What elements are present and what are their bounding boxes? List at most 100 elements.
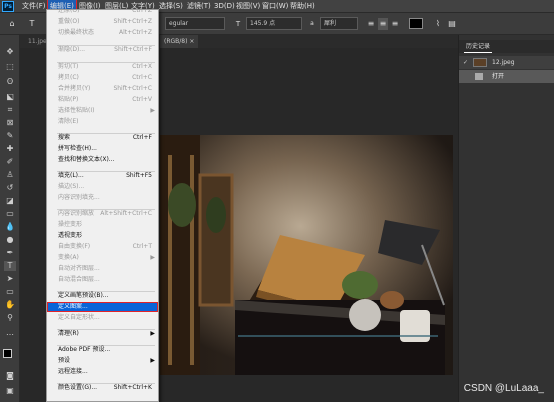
brush-tool-icon[interactable]: ✐	[4, 157, 16, 167]
edit-menu-item[interactable]: 自由变换(F) Ctrl+T	[47, 242, 158, 252]
edit-menu-item[interactable]: 定义画笔预设(B)...	[47, 291, 158, 301]
move-tool-icon[interactable]: ✥	[4, 47, 16, 57]
edit-menu-item[interactable]: 远程连接...	[47, 367, 158, 377]
pen-tool-icon[interactable]: ✒	[4, 248, 16, 258]
edit-menu-item-label: 切换最终状态	[58, 29, 95, 36]
edit-menu-item[interactable]: 重做(O) Shift+Ctrl+Z	[47, 17, 158, 27]
edit-menu-item-label: 操控变形	[58, 221, 83, 228]
edit-menu-item[interactable]: 描边(S)...	[47, 182, 158, 192]
type-tool-icon[interactable]: T	[4, 261, 16, 271]
edit-menu-item[interactable]: 内容识别缩放 Alt+Shift+Ctrl+C	[47, 209, 158, 219]
edit-menu-item[interactable]: 内容识别填充...	[47, 193, 158, 203]
edit-menu-item-shortcut: Ctrl+Z	[132, 9, 152, 14]
edit-menu-item-label: 定义自定形状...	[58, 314, 100, 321]
edit-menu-item-shortcut: Shift+Ctrl+C	[113, 85, 152, 92]
submenu-arrow-icon: ▶	[150, 357, 155, 364]
path-select-tool-icon[interactable]: ➤	[4, 274, 16, 284]
edit-menu-item[interactable]: 渐隐(D)... Shift+Ctrl+F	[47, 45, 158, 55]
edit-menu-item[interactable]: 搜索 Ctrl+F	[47, 133, 158, 143]
edit-menu-item[interactable]: 选择性粘贴(I) ▶	[47, 106, 158, 116]
edit-menu-item[interactable]: 查找和替换文本(X)...	[47, 155, 158, 165]
home-icon[interactable]: ⌂	[6, 18, 18, 30]
clone-stamp-tool-icon[interactable]: ♙	[4, 170, 16, 180]
edit-menu-item[interactable]: 自动混合图层...	[47, 275, 158, 285]
blur-tool-icon[interactable]: 💧	[4, 222, 16, 232]
font-style-select[interactable]: egular	[165, 17, 225, 30]
warp-text-icon[interactable]: ⌇	[433, 18, 443, 30]
crop-tool-icon[interactable]: ⌗	[4, 105, 16, 115]
eyedropper-tool-icon[interactable]: ✎	[4, 131, 16, 141]
edit-menu-item[interactable]: 合并拷贝(Y) Shift+Ctrl+C	[47, 84, 158, 94]
edit-menu-item-label: 查找和替换文本(X)...	[58, 156, 115, 163]
font-size-field[interactable]: 145.9 点	[246, 17, 302, 30]
edit-menu-item-label: 内容识别缩放	[58, 210, 95, 217]
history-step-row[interactable]: 打开	[459, 70, 554, 83]
marquee-tool-icon[interactable]: ⬚	[4, 62, 16, 72]
edit-menu-item-label: 变换(A)	[58, 254, 79, 261]
more-tools-icon[interactable]: …	[4, 328, 16, 338]
edit-menu-item[interactable]: 剪切(T) Ctrl+X	[47, 62, 158, 72]
edit-menu-item-label: 内容识别填充...	[58, 194, 100, 201]
edit-menu-item[interactable]: 自动对齐图层...	[47, 264, 158, 274]
menu-10[interactable]: 帮助(H)	[290, 0, 315, 13]
dodge-tool-icon[interactable]: ●	[4, 235, 16, 245]
align-left-icon[interactable]: ≡	[366, 18, 376, 30]
document-icon	[475, 73, 483, 80]
history-snapshot-row[interactable]: ✓ 12.jpeg	[459, 56, 554, 69]
lasso-tool-icon[interactable]: ʘ	[4, 77, 16, 87]
history-panel-title[interactable]: 历史记录	[464, 40, 493, 53]
edit-menu-item[interactable]: 拷贝(C) Ctrl+C	[47, 73, 158, 83]
edit-menu-item[interactable]: 定义图案...	[47, 302, 158, 312]
align-center-icon[interactable]: ≡	[378, 18, 388, 30]
menu-0[interactable]: 文件(F)	[22, 0, 46, 13]
object-select-tool-icon[interactable]: ⬕	[4, 92, 16, 102]
snapshot-thumbnail	[473, 58, 487, 67]
anti-alias-select[interactable]: 犀利	[320, 17, 358, 30]
align-right-icon[interactable]: ≡	[390, 18, 400, 30]
history-brush-tool-icon[interactable]: ↺	[4, 183, 16, 193]
healing-brush-tool-icon[interactable]: ✚	[4, 144, 16, 154]
gradient-tool-icon[interactable]: ▭	[4, 209, 16, 219]
foreground-color-swatch[interactable]	[3, 349, 12, 358]
edit-menu-item-label: 剪切(T)	[58, 63, 79, 70]
edit-menu-item[interactable]: 变换(A) ▶	[47, 253, 158, 263]
brush-source-icon[interactable]: ✓	[463, 56, 468, 69]
watermark-text: CSDN @LuLaaa_	[463, 383, 544, 394]
edit-menu-item[interactable]: 粘贴(P) Ctrl+V	[47, 95, 158, 105]
edit-menu-item-shortcut: Ctrl+F	[132, 134, 152, 141]
submenu-arrow-icon: ▶	[150, 107, 155, 114]
text-color-swatch[interactable]	[409, 18, 423, 29]
edit-menu-item[interactable]: 拼写检查(H)...	[47, 144, 158, 154]
menu-6[interactable]: 滤镜(T)	[187, 0, 211, 13]
edit-menu-item[interactable]: 预设 ▶	[47, 356, 158, 366]
screen-mode-icon[interactable]: ▣	[4, 386, 16, 396]
eraser-tool-icon[interactable]: ◪	[4, 196, 16, 206]
text-tool-preset-icon[interactable]: T	[26, 18, 38, 30]
menu-9[interactable]: 窗口(W)	[262, 0, 288, 13]
edit-menu-item[interactable]: 操控变形	[47, 220, 158, 230]
menu-7[interactable]: 3D(D)	[214, 0, 235, 13]
menu-5[interactable]: 选择(S)	[159, 0, 183, 13]
edit-menu-item[interactable]: 填充(L)... Shift+F5	[47, 171, 158, 181]
edit-menu-item-label: 拼写检查(H)...	[58, 145, 97, 152]
zoom-tool-icon[interactable]: ⚲	[4, 313, 16, 323]
rectangle-tool-icon[interactable]: ▭	[4, 287, 16, 297]
edit-menu-item[interactable]: Adobe PDF 预设...	[47, 345, 158, 355]
frame-tool-icon[interactable]: ⊠	[4, 118, 16, 128]
edit-menu-item-shortcut: Ctrl+C	[132, 74, 152, 81]
edit-menu-item[interactable]: 定义自定形状...	[47, 313, 158, 323]
character-panel-icon[interactable]: ▤	[447, 18, 457, 30]
edit-menu-item[interactable]: 清除(E)	[47, 117, 158, 127]
tab-file-2[interactable]: (RGB/8) ×	[160, 35, 199, 48]
hand-tool-icon[interactable]: ✋	[4, 300, 16, 310]
edit-menu-item[interactable]: 清理(R) ▶	[47, 329, 158, 339]
edit-menu-item[interactable]: 颜色设置(G)... Shift+Ctrl+K	[47, 383, 158, 393]
edit-menu-item[interactable]: 切换最终状态 Alt+Ctrl+Z	[47, 28, 158, 38]
edit-menu-item[interactable]: 还原(O) Ctrl+Z	[47, 9, 158, 16]
edit-menu-item-label: 拷贝(C)	[58, 74, 79, 81]
document-image[interactable]	[160, 135, 453, 375]
menu-8[interactable]: 视图(V)	[236, 0, 260, 13]
edit-menu-item-shortcut: Ctrl+T	[132, 243, 152, 250]
quick-mask-icon[interactable]: ◙	[4, 371, 16, 381]
edit-menu-item[interactable]: 透视变形	[47, 231, 158, 241]
